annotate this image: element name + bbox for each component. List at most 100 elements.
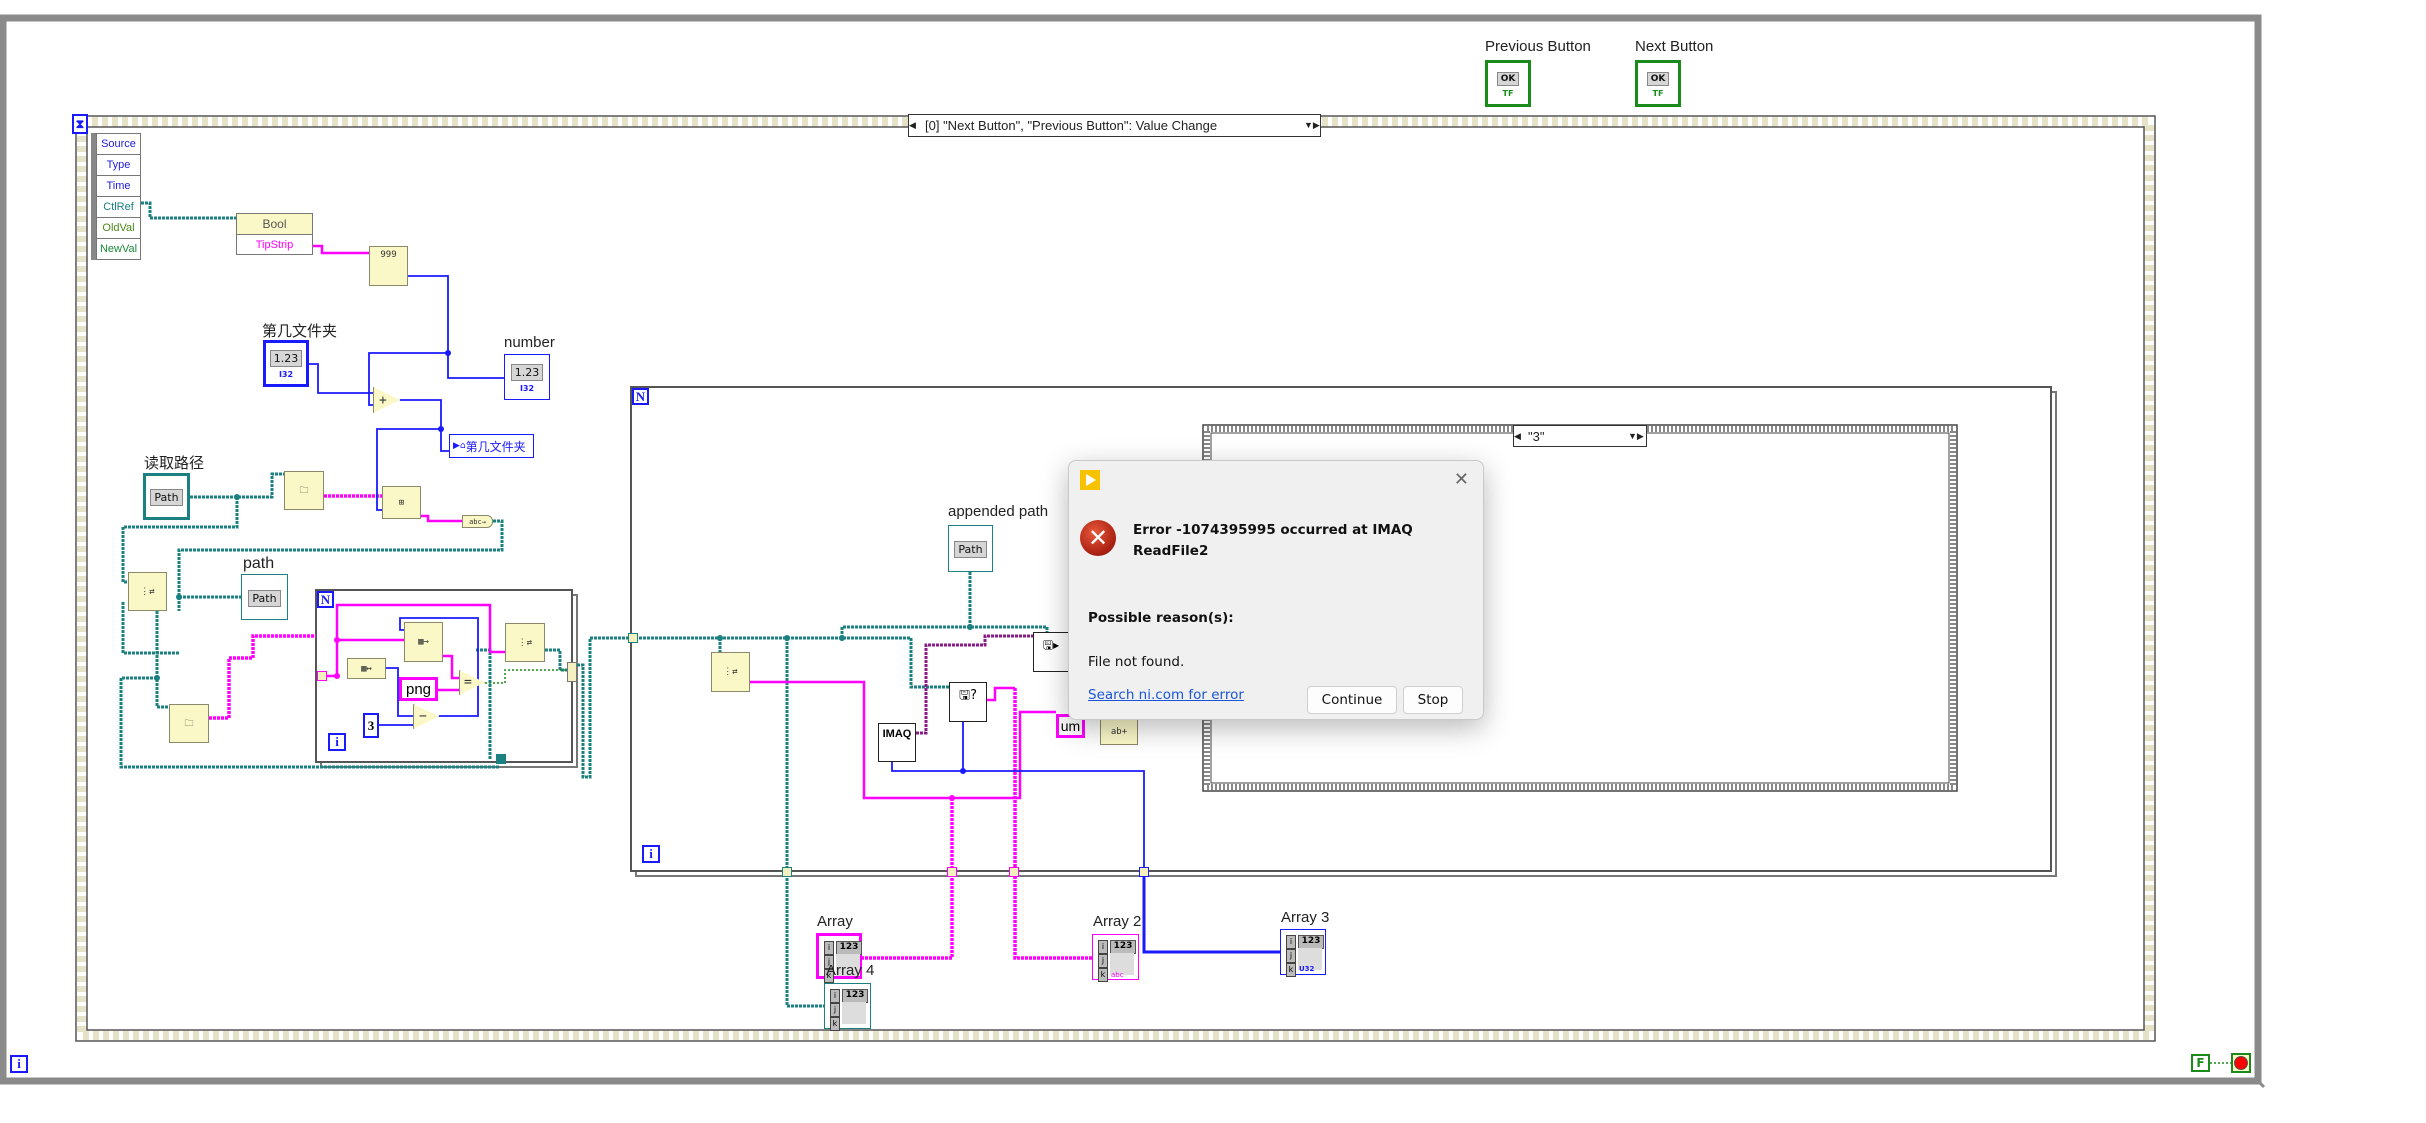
array-2-indicator: ijk 123 abc (1092, 934, 1139, 982)
case-selector[interactable]: ◀ "3" ▼▶ (1513, 425, 1647, 447)
equal-glyph: = (464, 675, 472, 690)
property-node-class: Bool (237, 214, 312, 235)
node-glyph: 999 (380, 250, 397, 260)
search-ni-link[interactable]: Search ni.com for error (1088, 687, 1244, 703)
reason-text: File not found. (1088, 654, 1185, 670)
next-button-label: Next Button (1635, 38, 1714, 55)
numeric-glyph: 1.23 (269, 350, 303, 367)
error-icon: ✕ (1080, 520, 1116, 556)
array-4-indicator: ijk 123 (824, 983, 871, 1031)
list-folder-node[interactable]: 🗀 (169, 704, 209, 743)
output-tunnel-integer[interactable] (1139, 867, 1149, 877)
read-path-control[interactable]: Path (143, 473, 190, 520)
path-indicator: Path (241, 574, 288, 620)
error-message: Error -1074395995 occurred at IMAQ ReadF… (1133, 522, 1413, 559)
subtract-glyph: − (419, 709, 427, 724)
type-tag: I32 (278, 370, 294, 379)
stop-icon (2234, 1056, 2248, 1070)
file-info-node[interactable]: 🖫? (949, 682, 987, 722)
array-element-glyph: 123 (1298, 935, 1324, 949)
imaq-glyph: IMAQ (882, 728, 912, 740)
property-node-property: TipStrip (255, 239, 294, 251)
output-tunnel-string-2[interactable] (1009, 867, 1019, 877)
strip-path-node-2[interactable]: ⋮⇄ (128, 572, 167, 611)
build-array-node[interactable]: ⊞ (382, 486, 421, 519)
path-glyph: Path (150, 489, 183, 506)
array-index-display[interactable]: ijk (1098, 940, 1108, 982)
folder-index-local-variable[interactable]: ▶⌂ 第几文件夹 (449, 434, 534, 458)
imaq-readfile-node[interactable]: 🖫▸ (1033, 632, 1069, 672)
previous-button-terminal[interactable]: OK TF (1485, 60, 1531, 107)
numeric-glyph: 1.23 (510, 363, 544, 381)
output-tunnel-path[interactable] (782, 867, 792, 877)
array-element-glyph: 123 (1110, 940, 1136, 954)
previous-button-label: Previous Button (1485, 38, 1591, 55)
continue-button[interactable]: Continue (1307, 686, 1397, 714)
appended-path-label: appended path (948, 503, 1049, 520)
outer-loop-count-terminal[interactable]: N (632, 388, 649, 405)
ok-glyph: OK (1646, 71, 1670, 86)
string-length-node[interactable]: ▦↔ (347, 658, 386, 679)
property-node[interactable]: Bool TipStrip (236, 213, 313, 255)
path-label: path (243, 555, 275, 572)
auto-index-tunnel[interactable] (317, 671, 327, 681)
number-indicator: 1.23 I32 (504, 354, 550, 400)
dropdown-arrow-icon[interactable]: ▼▶ (1628, 431, 1646, 442)
event-field-ctlref[interactable]: CtlRef (96, 197, 141, 218)
event-field-type[interactable]: Type (96, 155, 141, 176)
array-3-label: Array 3 (1281, 909, 1330, 926)
offset-numeric-constant[interactable]: 3 (363, 713, 379, 738)
read-path-label: 读取路径 (144, 455, 205, 472)
false-constant[interactable]: F (2191, 1054, 2210, 1072)
folder-index-label: 第几文件夹 (262, 323, 338, 340)
png-string-constant[interactable]: png (399, 677, 438, 701)
array-label: Array (817, 913, 853, 930)
dialog-title-bar: ✕ (1069, 461, 1483, 501)
appended-path-indicator: Path (948, 525, 993, 572)
output-tunnel-string-1[interactable] (947, 867, 957, 877)
array-3-indicator: ijk 123 U32 (1280, 929, 1326, 977)
event-field-newval[interactable]: NewVal (96, 239, 141, 260)
array-element-glyph: 123 (842, 989, 868, 1003)
inner-loop-iteration-terminal: i (328, 733, 346, 751)
folder-index-control[interactable]: 1.23 I32 (263, 340, 309, 387)
string-subset-node[interactable]: ▦→ (404, 622, 443, 662)
event-field-time[interactable]: Time (96, 176, 141, 197)
stop-button[interactable]: Stop (1403, 686, 1463, 714)
event-case-label: [0] "Next Button", "Previous Button": Va… (925, 118, 1218, 133)
array-index-display[interactable]: ijk (830, 989, 840, 1031)
decimal-string-to-number-node[interactable]: 999 (369, 246, 408, 286)
imaq-create-node[interactable]: IMAQ (878, 723, 916, 762)
event-field-oldval[interactable]: OldVal (96, 218, 141, 239)
dropdown-arrow-icon[interactable]: ▼▶ (1304, 120, 1320, 131)
array-index-display[interactable]: ijk (1286, 935, 1296, 977)
local-variable-label: 第几文件夹 (465, 439, 526, 454)
stop-condition-terminal[interactable] (2231, 1053, 2251, 1073)
local-variable-icon: ▶⌂ (453, 441, 466, 451)
string-to-path-node[interactable]: abc→ (462, 515, 493, 528)
conditional-tunnel[interactable] (567, 662, 577, 682)
event-case-selector[interactable]: ◀ [0] "Next Button", "Previous Button": … (908, 114, 1321, 137)
outer-loop-iteration-terminal: i (642, 845, 660, 863)
path-glyph: Path (248, 589, 281, 607)
labview-app-icon (1080, 470, 1100, 490)
inner-loop-count-terminal[interactable]: N (317, 591, 334, 608)
decrement-arrow-icon[interactable]: ◀ (909, 120, 919, 131)
next-button-terminal[interactable]: OK TF (1635, 60, 1681, 107)
strip-path-node[interactable]: 🗀 (284, 471, 324, 510)
path-input-tunnel[interactable] (628, 633, 638, 643)
type-tag: TF (1502, 88, 1514, 98)
concatenate-strings-node[interactable]: ab+ (1100, 718, 1138, 745)
event-field-source[interactable]: Source (96, 134, 141, 155)
add-glyph: + (379, 392, 387, 408)
close-icon[interactable]: ✕ (1454, 469, 1469, 490)
decrement-arrow-icon[interactable]: ◀ (1514, 431, 1524, 442)
type-tag: TF (1652, 88, 1664, 98)
array-2-label: Array 2 (1093, 913, 1142, 930)
ok-glyph: OK (1496, 71, 1520, 86)
error-dialog: ✕ ✕ Error -1074395995 occurred at IMAQ R… (1068, 460, 1484, 720)
reason-heading: Possible reason(s): (1088, 610, 1234, 626)
shift-register-terminal[interactable] (496, 754, 506, 764)
build-path-node[interactable]: ⋮⇄ (505, 623, 545, 662)
strip-path-node-3[interactable]: ⋮⇄ (711, 652, 750, 692)
